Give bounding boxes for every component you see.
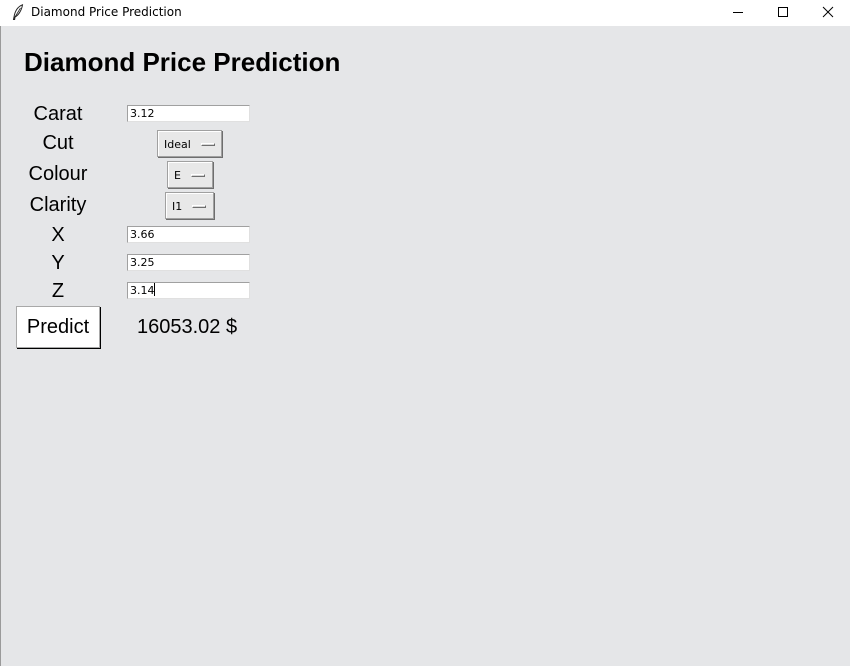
app-window: Diamond Price Prediction Diamond Price P… <box>0 0 850 666</box>
x-input[interactable]: 3.66 <box>127 226 250 243</box>
dropdown-indicator-icon <box>191 174 205 177</box>
page-title: Diamond Price Prediction <box>24 47 341 77</box>
cut-selected: Ideal <box>164 138 191 151</box>
z-label: Z <box>51 280 65 302</box>
cut-dropdown[interactable]: Ideal <box>157 130 222 157</box>
clarity-dropdown[interactable]: I1 <box>165 192 214 219</box>
feather-icon <box>12 4 24 20</box>
carat-label: Carat <box>33 103 83 125</box>
dropdown-indicator-icon <box>192 205 206 208</box>
text-cursor <box>153 283 155 296</box>
maximize-button[interactable] <box>760 0 806 24</box>
minimize-button[interactable] <box>715 0 761 24</box>
maximize-icon <box>778 7 788 17</box>
close-button[interactable] <box>805 0 850 24</box>
clarity-label: Clarity <box>29 194 87 216</box>
window-title: Diamond Price Prediction <box>31 5 182 19</box>
cut-label: Cut <box>42 132 74 154</box>
close-icon <box>822 6 834 18</box>
z-input-text: 3.14 <box>130 284 155 297</box>
colour-selected: E <box>174 169 181 182</box>
predicted-price: 16053.02 $ <box>137 316 238 338</box>
form-area: Diamond Price Prediction Carat 3.12 Cut … <box>0 26 850 666</box>
colour-label: Colour <box>28 163 88 185</box>
z-input[interactable]: 3.14 <box>127 282 250 299</box>
minimize-icon <box>733 12 743 13</box>
y-input[interactable]: 3.25 <box>127 254 250 271</box>
predict-button[interactable]: Predict <box>16 306 100 348</box>
clarity-selected: I1 <box>172 200 183 213</box>
x-label: X <box>51 224 65 246</box>
carat-input[interactable]: 3.12 <box>127 105 250 122</box>
y-label: Y <box>51 252 65 274</box>
title-bar[interactable]: Diamond Price Prediction <box>0 0 850 26</box>
colour-dropdown[interactable]: E <box>167 161 213 188</box>
dropdown-indicator-icon <box>201 143 215 146</box>
